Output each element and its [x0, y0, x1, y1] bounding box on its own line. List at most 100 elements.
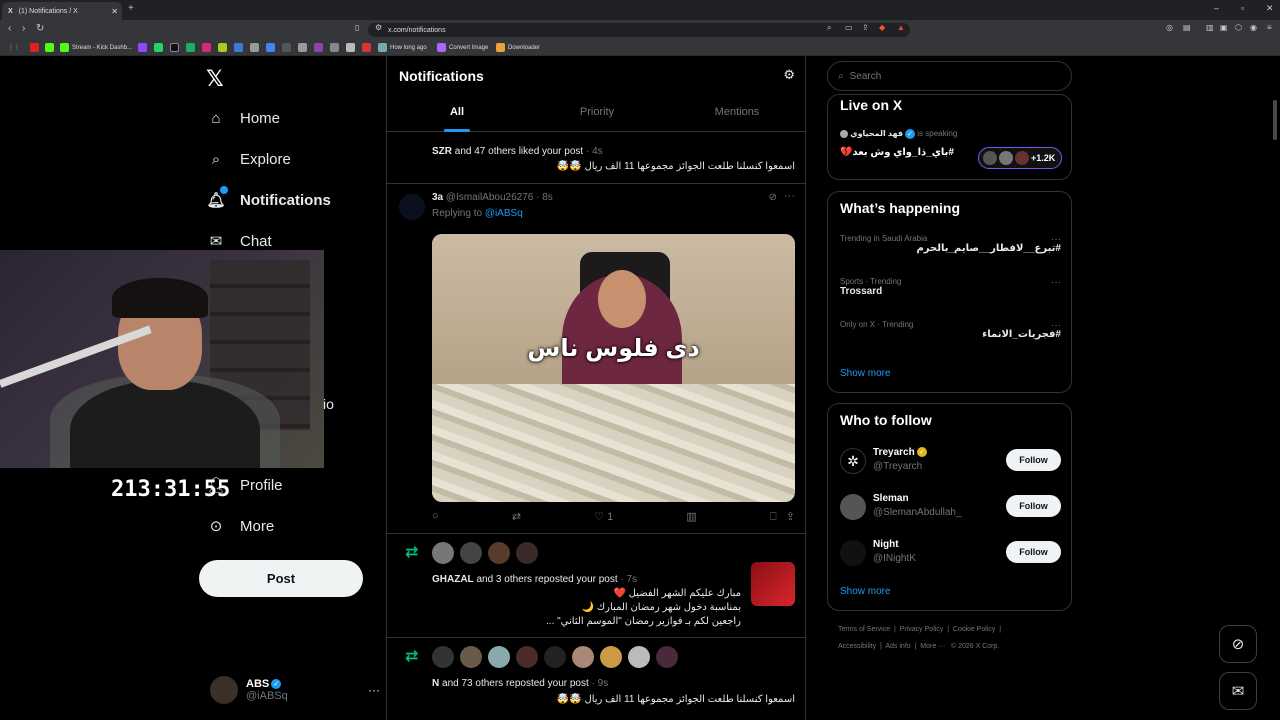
replying-handle[interactable]: @iABSq: [485, 208, 523, 219]
show-more-link[interactable]: Show more: [840, 368, 891, 379]
browser-tab[interactable]: X (1) Notifications / X ✕: [2, 2, 122, 20]
show-more-link[interactable]: Show more: [840, 586, 891, 597]
avatar[interactable]: [432, 542, 454, 564]
avatar[interactable]: [432, 646, 454, 668]
live-host[interactable]: فهد المحياوي ✓ is speaking: [840, 129, 957, 139]
post-thumbnail[interactable]: [751, 562, 795, 606]
forward-icon[interactable]: ›: [22, 23, 25, 34]
rewards-icon[interactable]: ▲: [897, 23, 905, 32]
bookmark-item[interactable]: [218, 42, 227, 53]
avatar[interactable]: [399, 194, 425, 220]
footer-more-link[interactable]: More ···: [920, 643, 945, 650]
cast-icon[interactable]: ▭: [845, 23, 853, 32]
minimize-icon[interactable]: –: [1214, 3, 1219, 13]
bookmark-twitch[interactable]: [138, 42, 147, 53]
more-options-icon[interactable]: ···: [1051, 320, 1061, 331]
tab-manager-icon[interactable]: ▣: [1220, 23, 1228, 32]
like-button[interactable]: ♡ 1: [594, 510, 613, 524]
bookmark-whatsapp[interactable]: [154, 42, 163, 53]
extension-icon[interactable]: ◎: [1166, 23, 1173, 32]
bookmark-downloader[interactable]: Downloader: [496, 42, 540, 53]
repost-icon[interactable]: ⇄: [512, 510, 521, 524]
messages-button[interactable]: ✉: [1219, 672, 1257, 710]
more-options-icon[interactable]: ···: [1051, 277, 1061, 288]
sidebar-item-home[interactable]: ⌂ Home: [206, 103, 280, 133]
grok-button[interactable]: ⊘: [1219, 625, 1257, 663]
back-icon[interactable]: ‹: [8, 23, 11, 34]
bookmark-page-icon[interactable]: ▯: [355, 23, 359, 32]
profile-menu-icon[interactable]: ◉: [1250, 23, 1257, 32]
new-tab-icon[interactable]: +: [128, 3, 134, 14]
gear-icon[interactable]: ⚙: [783, 67, 795, 83]
bookmark-kick[interactable]: [45, 42, 54, 53]
site-info-icon[interactable]: ⚙: [375, 23, 382, 32]
bookmark-item[interactable]: [298, 42, 307, 53]
avatar[interactable]: [488, 542, 510, 564]
tab-priority[interactable]: Priority: [527, 100, 667, 132]
avatar[interactable]: [656, 646, 678, 668]
live-topic[interactable]: #باي_ذا_واي وش بعد💔: [840, 147, 954, 158]
bookmark-item[interactable]: [282, 42, 291, 53]
bookmark-item[interactable]: [234, 42, 243, 53]
tweet-image[interactable]: دى فلوس ناس: [432, 234, 795, 502]
x-logo-icon[interactable]: 𝕏: [206, 66, 224, 92]
footer-link[interactable]: Ads info: [885, 643, 910, 650]
avatar[interactable]: [628, 646, 650, 668]
reply-tweet[interactable]: 3a @IsmailAbou26276 · 8s ⊘ ··· Replying …: [387, 184, 805, 534]
scrollbar[interactable]: [1273, 100, 1277, 140]
bookmark-item[interactable]: [362, 42, 371, 53]
bookmark-how-long-ago[interactable]: How long ago: [378, 42, 427, 53]
follow-button[interactable]: Follow: [1006, 449, 1061, 471]
trend-item[interactable]: Sports · Trending Trossard ···: [840, 277, 1061, 297]
follow-suggestion[interactable]: Sleman @SlemanAbdullah_ Follow: [840, 490, 1061, 530]
bookmark-item[interactable]: [314, 42, 323, 53]
bookmark-x[interactable]: [170, 42, 179, 53]
share-icon[interactable]: ⇪: [862, 23, 869, 32]
footer-link[interactable]: Cookie Policy: [953, 626, 995, 633]
notification-repost[interactable]: ⇄ GHAZAL and 3 others reposted your post…: [387, 534, 805, 638]
grok-icon[interactable]: ⊘: [769, 192, 777, 203]
avatar[interactable]: [516, 646, 538, 668]
avatar[interactable]: [600, 646, 622, 668]
tab-all[interactable]: All: [387, 100, 527, 132]
avatar[interactable]: [460, 542, 482, 564]
zoom-icon[interactable]: ⌕: [827, 23, 831, 33]
reload-icon[interactable]: ↻: [36, 23, 44, 34]
avatar[interactable]: [516, 542, 538, 564]
restore-icon[interactable]: ▫: [1241, 3, 1244, 13]
search-input[interactable]: ⌕ Search: [827, 61, 1072, 91]
bookmark-item[interactable]: [250, 42, 259, 53]
window-close-icon[interactable]: ✕: [1266, 3, 1274, 14]
views-icon[interactable]: ▥: [686, 510, 696, 524]
more-options-icon[interactable]: ···: [784, 190, 795, 202]
close-tab-icon[interactable]: ✕: [111, 7, 118, 16]
wallet-icon[interactable]: ▤: [1183, 23, 1191, 32]
bookmark-snap[interactable]: [186, 42, 195, 53]
brave-shield-icon[interactable]: ◆: [879, 23, 885, 32]
sidebar-toggle-icon[interactable]: ▥: [1206, 23, 1214, 32]
sidebar-item-notifications[interactable]: 🔔︎ Notifications: [206, 185, 331, 215]
account-switcher[interactable]: ABS ✓ @iABSq ···: [210, 672, 380, 708]
avatar[interactable]: [572, 646, 594, 668]
follow-suggestion[interactable]: Night @INightK Follow: [840, 536, 1061, 576]
vpn-icon[interactable]: ⬡: [1235, 23, 1242, 32]
more-options-icon[interactable]: ···: [368, 683, 380, 697]
avatar[interactable]: [488, 646, 510, 668]
notifier-name[interactable]: SZR: [432, 146, 452, 157]
bookmark-instagram[interactable]: [202, 42, 211, 53]
post-button[interactable]: Post: [199, 560, 363, 597]
live-listeners[interactable]: +1.2K: [978, 147, 1062, 169]
avatar[interactable]: [544, 646, 566, 668]
sidebar-item-explore[interactable]: ⌕ Explore: [206, 144, 291, 174]
bookmark-item[interactable]: [330, 42, 339, 53]
follow-button[interactable]: Follow: [1006, 495, 1061, 517]
footer-link[interactable]: Terms of Service: [838, 626, 890, 633]
bookmark-youtube[interactable]: [30, 42, 39, 53]
menu-icon[interactable]: ≡: [1267, 23, 1272, 32]
author-name[interactable]: 3a: [432, 192, 443, 203]
tab-mentions[interactable]: Mentions: [667, 100, 805, 132]
bookmark-kick-dashboard[interactable]: Stream - Kick Dashb...: [60, 42, 132, 53]
notification-like[interactable]: SZR and 47 others liked your post · 4s ا…: [387, 132, 805, 184]
reply-icon[interactable]: ○: [432, 510, 439, 524]
trend-item[interactable]: Only on X · Trending #فجريات_الانماء ···: [840, 320, 1061, 340]
